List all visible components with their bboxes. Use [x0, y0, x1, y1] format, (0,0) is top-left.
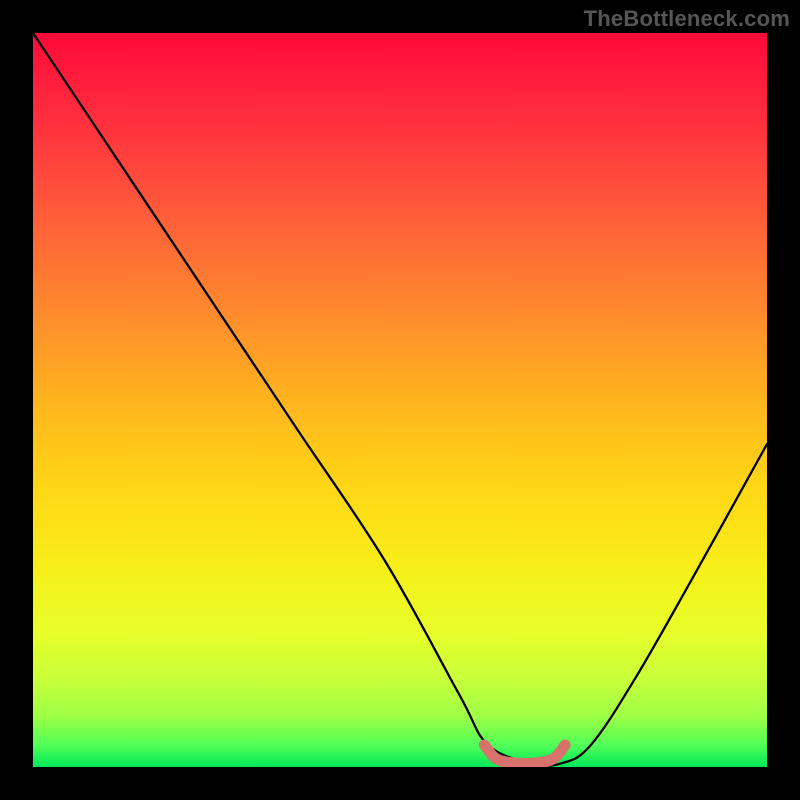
watermark-text: TheBottleneck.com — [584, 6, 790, 32]
chart-container: TheBottleneck.com — [0, 0, 800, 800]
plot-area — [33, 33, 767, 767]
